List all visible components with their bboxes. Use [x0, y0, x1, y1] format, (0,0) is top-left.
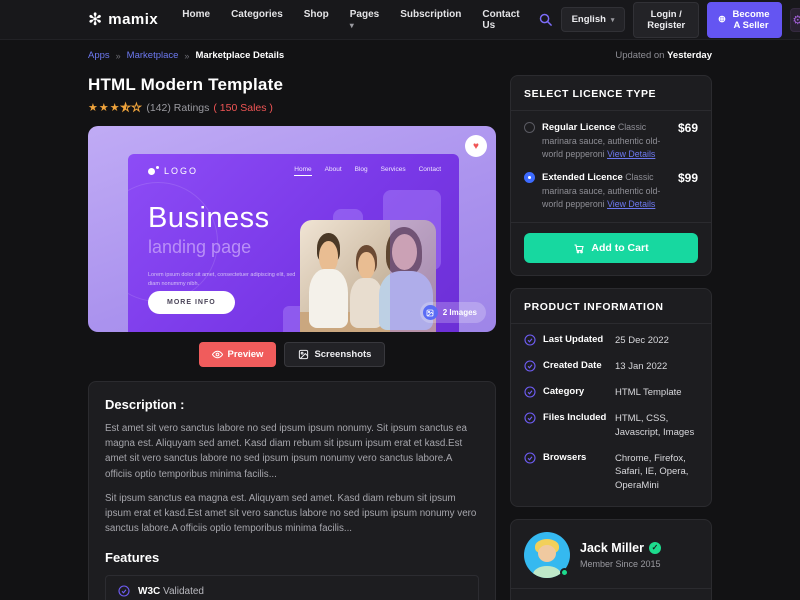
- camera-icon: [423, 305, 438, 320]
- breadcrumb-separator: »: [116, 51, 121, 61]
- screenshots-button[interactable]: Screenshots: [284, 342, 385, 367]
- licence-price: $99: [678, 171, 698, 210]
- template-body-text: Lorem ipsum dolor sit amet, consectetuer…: [148, 271, 298, 289]
- verified-badge-icon: ✓: [649, 542, 661, 554]
- settings-icon[interactable]: ⚙: [790, 8, 800, 32]
- nav-shop[interactable]: Shop: [304, 9, 329, 31]
- login-register-button[interactable]: Login / Register: [633, 2, 699, 38]
- template-nav-home[interactable]: Home: [294, 166, 311, 176]
- view-details-link[interactable]: View Details: [607, 149, 655, 159]
- member-since: Member Since 2015: [580, 559, 661, 569]
- product-info-card: PRODUCT INFORMATION Last Updated 25 Dec …: [510, 288, 712, 507]
- author-card: Jack Miller ✓ Member Since 2015 113Proje…: [510, 519, 712, 600]
- nav-categories[interactable]: Categories: [231, 9, 283, 31]
- eye-icon: [212, 349, 223, 360]
- image-icon: [298, 349, 309, 360]
- check-circle-icon: [524, 334, 536, 346]
- preview-button[interactable]: Preview: [199, 342, 277, 367]
- features-heading: Features: [105, 550, 479, 565]
- brand-flower-icon: ✻: [88, 11, 102, 28]
- brand-logo[interactable]: ✻ mamix: [88, 11, 158, 28]
- breadcrumb-separator: »: [184, 51, 189, 61]
- check-circle-icon: [524, 452, 536, 464]
- ratings-count: (142) Ratings: [146, 102, 209, 114]
- language-select[interactable]: English▾: [561, 7, 626, 32]
- updated-on-text: Updated on Yesterday: [615, 50, 712, 61]
- check-circle-icon: [524, 360, 536, 372]
- feature-row: W3C Validated: [106, 576, 478, 600]
- favorite-heart-icon[interactable]: ♥: [465, 135, 487, 157]
- radio-checked[interactable]: [524, 172, 535, 183]
- nav-contact-us[interactable]: Contact Us: [482, 9, 519, 31]
- view-details-link[interactable]: View Details: [607, 199, 655, 209]
- breadcrumb: Apps » Marketplace » Marketplace Details: [88, 50, 284, 61]
- check-circle-icon: [118, 585, 130, 597]
- breadcrumb-marketplace[interactable]: Marketplace: [127, 50, 179, 61]
- info-row: Created Date 13 Jan 2022: [524, 360, 698, 373]
- template-nav-about[interactable]: About: [325, 166, 342, 176]
- chevron-down-icon: ▾: [611, 16, 615, 24]
- licence-card: SELECT LICENCE TYPE Regular Licence Clas…: [510, 75, 712, 276]
- plus-circle-icon: ⊕: [718, 14, 726, 25]
- nav-subscription[interactable]: Subscription: [400, 9, 461, 31]
- licence-heading: SELECT LICENCE TYPE: [524, 88, 698, 100]
- radio-unchecked[interactable]: [524, 122, 535, 133]
- licence-option-regular[interactable]: Regular Licence Classic marinara sauce, …: [524, 121, 698, 160]
- description-heading: Description :: [105, 397, 479, 412]
- template-nav-services[interactable]: Services: [381, 166, 406, 176]
- template-more-info-button[interactable]: MORE INFO: [148, 291, 235, 314]
- sales-count: ( 150 Sales ): [213, 102, 273, 114]
- template-nav-blog[interactable]: Blog: [355, 166, 368, 176]
- breadcrumb-apps[interactable]: Apps: [88, 50, 110, 61]
- check-circle-icon: [524, 412, 536, 424]
- online-status-dot: [560, 568, 569, 577]
- search-icon[interactable]: [538, 12, 553, 27]
- info-row: Category HTML Template: [524, 386, 698, 399]
- become-seller-button[interactable]: ⊕Become A Seller: [707, 2, 782, 38]
- description-paragraph: Est amet sit vero sanctus labore no sed …: [105, 421, 479, 482]
- avatar: [524, 532, 570, 578]
- author-name: Jack Miller ✓: [580, 541, 661, 555]
- main-nav: Home Categories Shop Pages ▾ Subscriptio…: [182, 9, 519, 31]
- template-heading: Business: [148, 202, 459, 235]
- template-hero-preview: LOGO Home About Blog Services Contact Bu…: [128, 154, 459, 332]
- licence-price: $69: [678, 121, 698, 160]
- template-subheading: landing page: [148, 237, 459, 258]
- top-navbar: ✻ mamix Home Categories Shop Pages ▾ Sub…: [0, 0, 800, 40]
- brand-name: mamix: [108, 11, 158, 28]
- info-row: Browsers Chrome, Firefox, Safari, IE, Op…: [524, 452, 698, 492]
- description-card: Description : Est amet sit vero sanctus …: [88, 381, 496, 600]
- template-nav: Home About Blog Services Contact: [294, 166, 441, 176]
- info-row: Last Updated 25 Dec 2022: [524, 334, 698, 347]
- description-paragraph: Sit ipsum sanctus ea magna est. Aliquyam…: [105, 491, 479, 537]
- chevron-down-icon: ▾: [350, 21, 354, 30]
- cart-icon: [573, 242, 585, 254]
- product-image: ♥ LOGO Home About Blog Services Contact: [88, 126, 496, 332]
- nav-pages[interactable]: Pages ▾: [350, 9, 379, 31]
- nav-home[interactable]: Home: [182, 9, 210, 31]
- check-circle-icon: [524, 386, 536, 398]
- licence-option-extended[interactable]: Extended Licence Classic marinara sauce,…: [524, 171, 698, 210]
- features-list: W3C Validated 24/7 Support Faster Loadin…: [105, 575, 479, 600]
- star-rating-icons: ★★★★★★: [88, 101, 142, 114]
- add-to-cart-button[interactable]: Add to Cart: [524, 233, 698, 263]
- info-row: Files Included HTML, CSS, Javascript, Im…: [524, 412, 698, 439]
- template-nav-contact[interactable]: Contact: [419, 166, 441, 176]
- template-logo: LOGO: [148, 166, 198, 176]
- images-count-badge[interactable]: 2 Images: [420, 302, 486, 323]
- page-title: HTML Modern Template: [88, 75, 496, 95]
- product-info-heading: PRODUCT INFORMATION: [524, 301, 698, 313]
- breadcrumb-current: Marketplace Details: [195, 50, 284, 61]
